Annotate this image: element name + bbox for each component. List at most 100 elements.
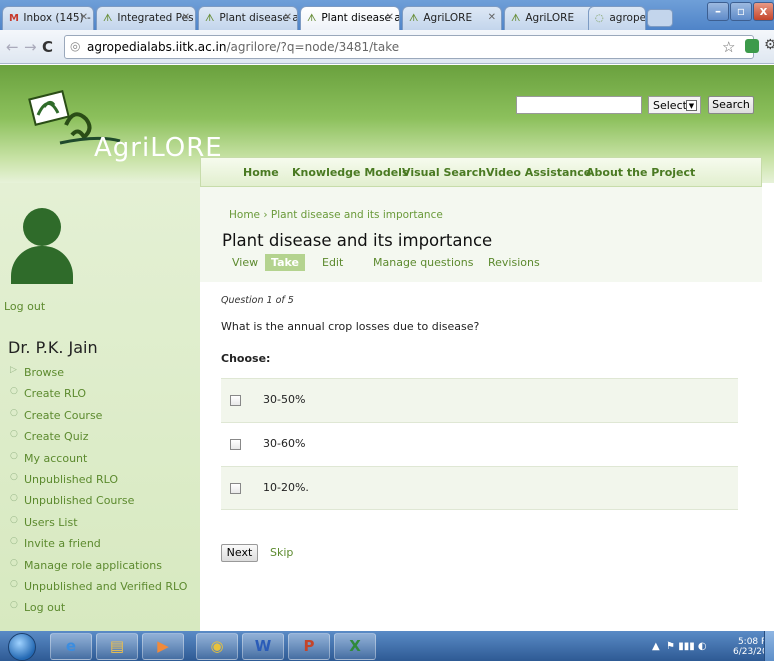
agrilore-icon: ᗑ (409, 13, 419, 24)
answer-label: 10-20%. (263, 481, 309, 494)
search-input[interactable] (516, 96, 642, 114)
question-text: What is the annual crop losses due to di… (221, 320, 480, 333)
loading-icon: ◌ (595, 13, 604, 24)
system-tray[interactable]: ▲ ⚑ ▮▮▮ ◐ (652, 641, 707, 652)
skip-link[interactable]: Skip (270, 546, 293, 559)
agrilore-icon: ᗑ (103, 13, 113, 24)
user-name: Dr. P.K. Jain (8, 338, 98, 357)
folder-icon[interactable]: ▤ (96, 633, 138, 660)
sidebar-item-label: Manage role applications (24, 558, 162, 572)
browser-tab-bar: M Inbox (145) - p ✕ ᗑ Integrated Pes ✕ ᗑ… (0, 0, 774, 30)
answer-option[interactable]: 30-60% (221, 422, 738, 466)
browser-tab-label: AgriLORE (423, 12, 473, 24)
sidebar-item-create-quiz[interactable]: ○ Create Quiz (10, 429, 187, 451)
browser-tab-agrilore-1[interactable]: ᗑ AgriLORE ✕ (402, 6, 502, 30)
close-icon[interactable]: ✕ (386, 12, 394, 23)
search-scope-select[interactable]: Select ▼ (648, 96, 701, 114)
wrench-icon[interactable]: ⚙ (764, 37, 774, 53)
sidebar-item-label: Browse (24, 366, 65, 379)
choose-label: Choose: (221, 352, 271, 365)
browser-tab-agropedialabs[interactable]: ◌ agropedialabs (588, 6, 646, 30)
start-button[interactable] (8, 633, 36, 661)
browser-tab-label: agropedialabs (609, 12, 646, 24)
sidebar-item-label: Create Quiz (24, 430, 89, 444)
circle-bullet-icon: ○ (10, 493, 18, 504)
sidebar-item-label: Log out (24, 601, 66, 615)
search-button[interactable]: Search (708, 96, 754, 114)
agrilore-icon: ᗑ (511, 13, 521, 24)
close-icon[interactable]: ✕ (80, 12, 88, 23)
next-button[interactable]: Next (221, 544, 258, 562)
browser-tab-plant-disease-active[interactable]: ᗑ Plant disease a ✕ (300, 6, 400, 30)
sidebar-item-label: Invite a friend (24, 537, 101, 551)
sidebar-item-label: Unpublished RLO (24, 472, 119, 486)
agrilore-icon: ᗑ (307, 13, 317, 24)
sidebar-item-label: My account (24, 451, 88, 465)
circle-bullet-icon: ○ (10, 578, 18, 589)
nav-knowledge-models[interactable]: Knowledge Models (292, 166, 409, 179)
excel-icon[interactable]: X (334, 633, 376, 660)
maximize-button[interactable]: ▫ (730, 2, 752, 21)
word-icon[interactable]: W (242, 633, 284, 660)
answer-option[interactable]: 10-20%. (221, 466, 738, 510)
close-icon[interactable]: ✕ (284, 12, 292, 23)
sidebar-item-my-account[interactable]: ○ My account (10, 450, 187, 473)
media-player-icon[interactable]: ▶ (142, 633, 184, 660)
nav-home[interactable]: Home (243, 166, 279, 179)
browser-tab-inbox[interactable]: M Inbox (145) - p ✕ (2, 6, 94, 30)
extension-icon[interactable] (745, 39, 759, 53)
new-tab-button[interactable] (647, 9, 673, 27)
tab-take[interactable]: Take (265, 254, 305, 271)
sidebar-item-label: Unpublished Course (24, 494, 135, 508)
answer-option[interactable]: 30-50% (221, 378, 738, 422)
sidebar-item-browse[interactable]: ▷ Browse (10, 365, 187, 387)
tab-manage-questions[interactable]: Manage questions (373, 256, 473, 269)
sidebar-item-manage-roles[interactable]: ○ Manage role applications (10, 558, 187, 580)
tab-view[interactable]: View (232, 256, 258, 269)
page-title: Plant disease and its importance (222, 231, 493, 250)
sidebar-item-unpublished-course[interactable]: ○ Unpublished Course (10, 493, 187, 515)
powerpoint-icon[interactable]: P (288, 633, 330, 660)
url-path: /agrilore/?q=node/3481/take (226, 40, 400, 54)
reload-icon[interactable]: C (42, 38, 53, 56)
forward-arrow-icon[interactable]: → (24, 38, 37, 56)
bookmark-star-icon[interactable]: ☆ (722, 38, 735, 56)
answer-checkbox[interactable] (230, 395, 241, 406)
sidebar-item-invite-friend[interactable]: ○ Invite a friend (10, 536, 187, 558)
answer-checkbox[interactable] (230, 439, 241, 450)
sidebar-item-label: Unpublished and Verified RLO (24, 579, 188, 593)
chrome-icon[interactable]: ◉ (196, 633, 238, 660)
browser-tab-integrated[interactable]: ᗑ Integrated Pes ✕ (96, 6, 196, 30)
sidebar-item-users-list[interactable]: ○ Users List (10, 514, 187, 537)
tab-edit[interactable]: Edit (322, 256, 343, 269)
sidebar-item-log-out[interactable]: ○ Log out (10, 600, 187, 622)
sidebar-logout-link[interactable]: Log out (4, 300, 45, 313)
options-divider (221, 509, 738, 510)
tab-revisions[interactable]: Revisions (488, 256, 540, 269)
answer-checkbox[interactable] (230, 483, 241, 494)
nav-about-project[interactable]: About the Project (586, 166, 695, 179)
sidebar-item-create-rlo[interactable]: ○ Create RLO (10, 386, 187, 408)
breadcrumb[interactable]: Home › Plant disease and its importance (229, 209, 443, 221)
close-icon[interactable]: ✕ (488, 12, 496, 23)
sidebar-item-create-course[interactable]: ○ Create Course (10, 407, 187, 430)
circle-bullet-icon: ○ (10, 407, 18, 418)
minimize-button[interactable]: – (707, 2, 729, 21)
circle-bullet-icon: ○ (10, 514, 18, 525)
circle-bullet-icon: ○ (10, 600, 18, 611)
window-close-button[interactable]: x (753, 2, 774, 21)
sidebar-item-unpublished-rlo[interactable]: ○ Unpublished RLO (10, 471, 187, 494)
close-icon[interactable]: ✕ (182, 12, 190, 23)
browser-tab-label: AgriLORE (525, 12, 575, 24)
sidebar-item-unpublished-verified-rlo[interactable]: ○ Unpublished and Verified RLO (10, 578, 188, 601)
nav-video-assistance[interactable]: Video Assistance (486, 166, 591, 179)
ie-icon[interactable]: e (50, 633, 92, 660)
main-nav: Home Knowledge Models Visual Search Vide… (200, 157, 762, 187)
circle-bullet-icon: ○ (10, 450, 18, 461)
back-arrow-icon[interactable]: ← (6, 38, 19, 56)
show-desktop-button[interactable] (764, 631, 774, 661)
nav-visual-search[interactable]: Visual Search (402, 166, 486, 179)
browser-tab-plant-disease-1[interactable]: ᗑ Plant disease a ✕ (198, 6, 298, 30)
address-bar[interactable]: ◎ agropedialabs.iitk.ac.in/agrilore/?q=n… (64, 35, 754, 59)
circle-bullet-icon: ○ (10, 471, 18, 482)
